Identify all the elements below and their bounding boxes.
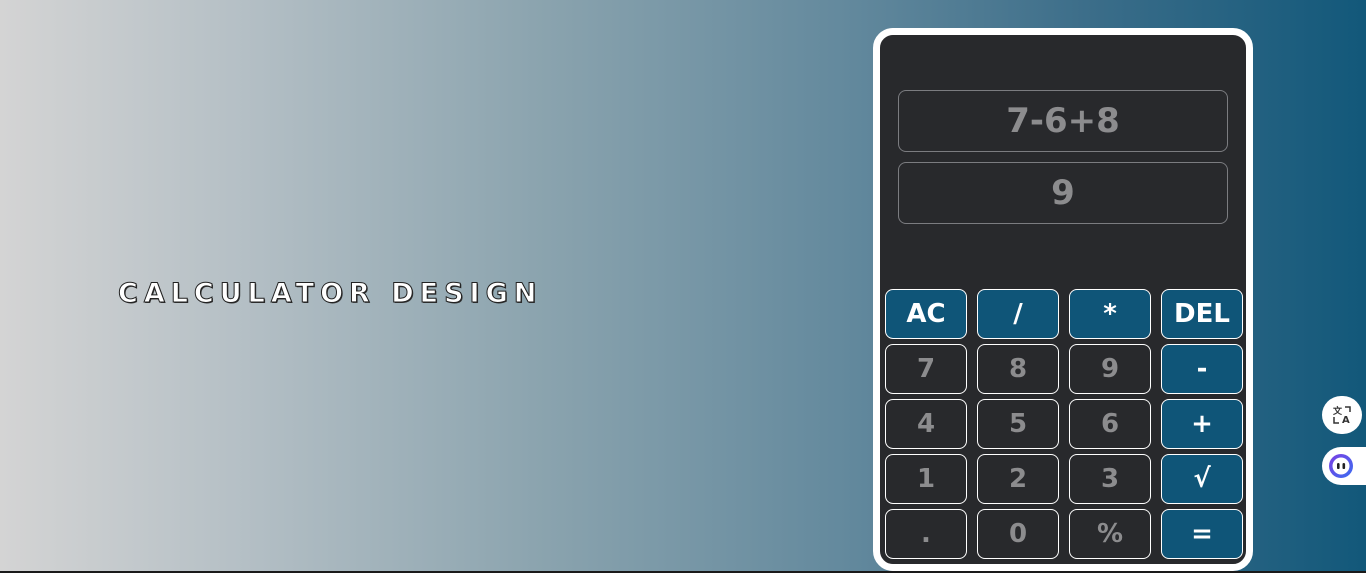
digit-6-button[interactable]: 6 [1069, 399, 1151, 449]
digit-1-button[interactable]: 1 [885, 454, 967, 504]
digit-7-button[interactable]: 7 [885, 344, 967, 394]
equals-button[interactable]: = [1161, 509, 1243, 559]
delete-button[interactable]: DEL [1161, 289, 1243, 339]
digit-0-button[interactable]: 0 [977, 509, 1059, 559]
divide-button[interactable]: / [977, 289, 1059, 339]
assistant-icon [1329, 454, 1353, 478]
digit-3-button[interactable]: 3 [1069, 454, 1151, 504]
digit-2-button[interactable]: 2 [977, 454, 1059, 504]
assistant-button[interactable] [1322, 447, 1366, 485]
square-root-button[interactable]: √ [1161, 454, 1243, 504]
decimal-point-button[interactable]: . [885, 509, 967, 559]
result-display: 9 [898, 162, 1228, 224]
digit-4-button[interactable]: 4 [885, 399, 967, 449]
calculator: 7-6+8 9 AC / * DEL 7 8 9 - 4 5 6 + 1 2 3… [873, 28, 1253, 571]
digit-8-button[interactable]: 8 [977, 344, 1059, 394]
page-title: CALCULATOR DESIGN [117, 278, 543, 310]
svg-text:A: A [1342, 415, 1350, 426]
translate-icon: 文 A [1332, 405, 1351, 426]
multiply-button[interactable]: * [1069, 289, 1151, 339]
keypad: AC / * DEL 7 8 9 - 4 5 6 + 1 2 3 √ . 0 %… [885, 289, 1243, 559]
expression-display: 7-6+8 [898, 90, 1228, 152]
clear-all-button[interactable]: AC [885, 289, 967, 339]
add-button[interactable]: + [1161, 399, 1243, 449]
percent-button[interactable]: % [1069, 509, 1151, 559]
digit-9-button[interactable]: 9 [1069, 344, 1151, 394]
digit-5-button[interactable]: 5 [977, 399, 1059, 449]
subtract-button[interactable]: - [1161, 344, 1243, 394]
translate-button[interactable]: 文 A [1322, 396, 1362, 434]
